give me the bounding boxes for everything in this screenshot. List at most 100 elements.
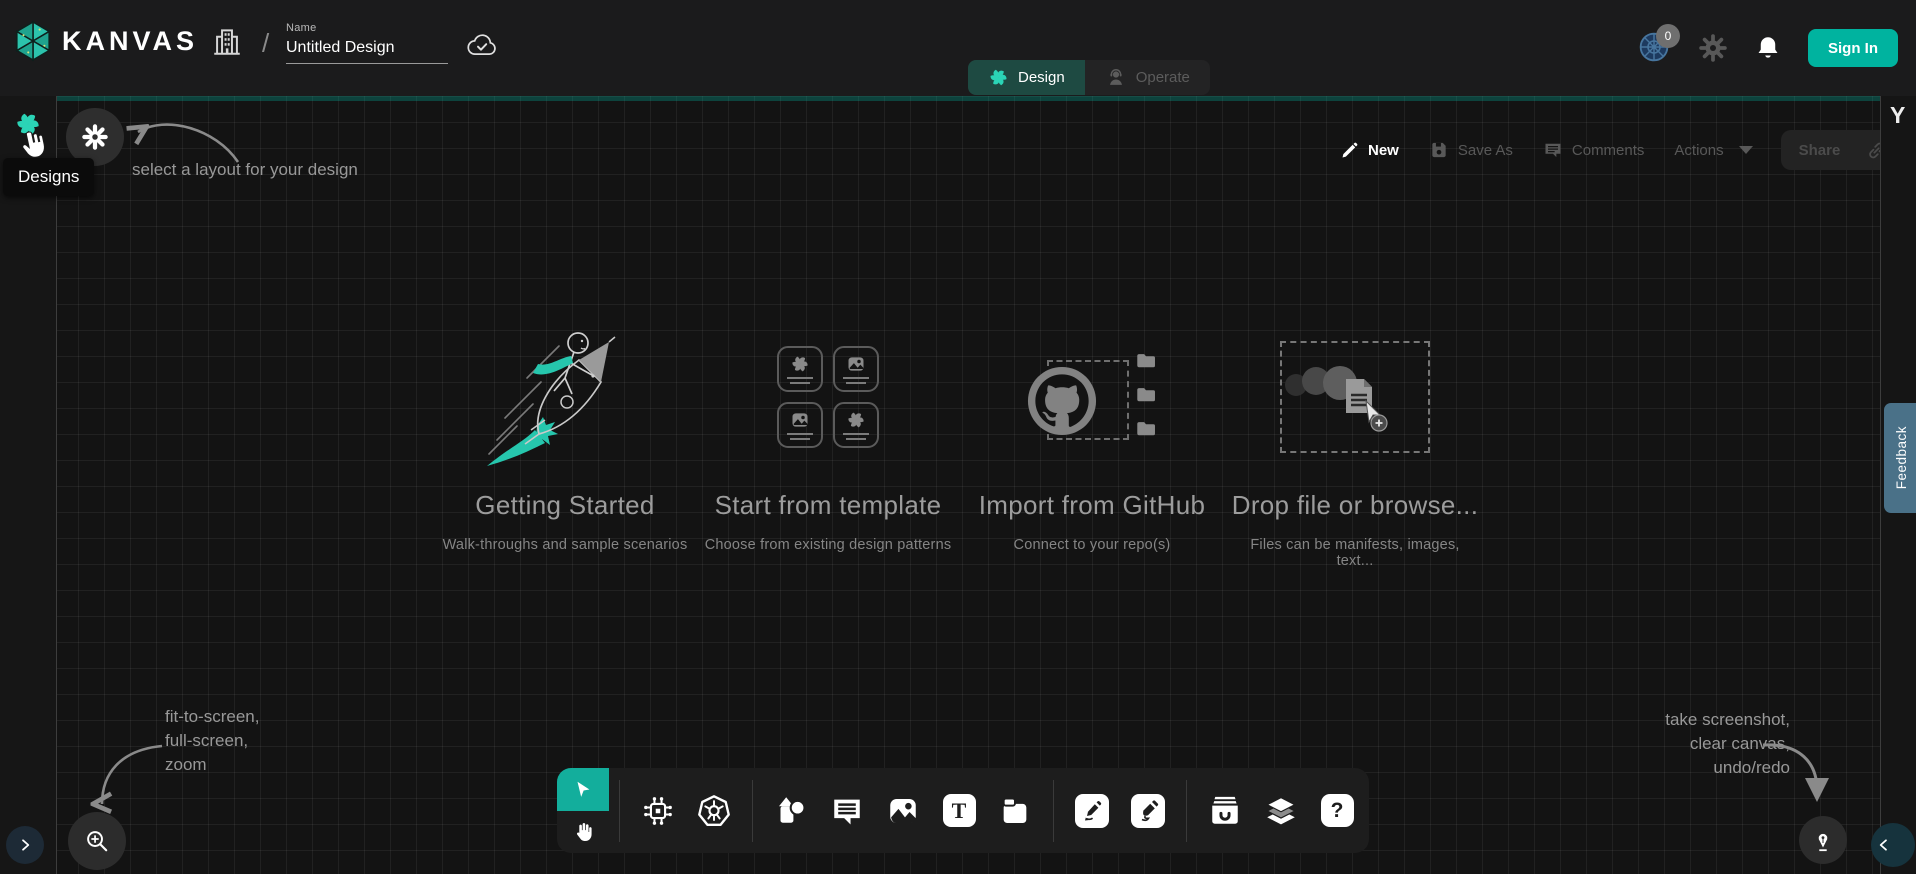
cursor-arrow-icon (572, 779, 594, 801)
sign-in-button[interactable]: Sign In (1808, 29, 1898, 67)
shapes-tool-button[interactable] (769, 789, 813, 833)
chevron-right-icon (17, 837, 33, 853)
layers-tool-button[interactable] (1259, 789, 1303, 833)
design-name-field: Name (286, 22, 448, 64)
component-tool-button[interactable] (636, 789, 680, 833)
comments-icon (1543, 140, 1563, 160)
card-subtitle: Walk-throughs and sample scenarios (440, 537, 690, 553)
designs-tooltip: Designs (3, 158, 94, 196)
image-icon (886, 794, 920, 828)
collapse-right-panel-button[interactable] (1871, 823, 1915, 867)
tab-operate-label: Operate (1136, 69, 1190, 86)
app-header: KANVAS / Name (0, 0, 1916, 96)
notification-count-badge: 0 (1656, 24, 1680, 48)
drop-zone-dashed-box (1280, 341, 1430, 453)
card-subtitle: Files can be manifests, images, text... (1230, 537, 1480, 569)
note-icon (998, 794, 1032, 828)
share-label: Share (1799, 142, 1841, 159)
save-as-button[interactable]: Save As (1419, 140, 1523, 160)
new-button[interactable]: New (1330, 141, 1409, 160)
component-chip-icon (641, 794, 675, 828)
comments-button[interactable]: Comments (1533, 140, 1655, 160)
card-title: Import from GitHub (967, 490, 1217, 521)
select-tool-button[interactable] (557, 768, 609, 811)
kubernetes-helm-icon (696, 793, 732, 829)
notifications-bell-icon[interactable] (1754, 34, 1782, 62)
pan-tool-button[interactable] (557, 811, 609, 853)
magnifier-plus-icon (84, 828, 110, 854)
operate-person-icon (1105, 67, 1127, 89)
actions-label: Actions (1674, 142, 1723, 159)
help-icon: ? (1321, 794, 1354, 827)
github-octocat-icon (1025, 364, 1099, 438)
kanvas-wordmark: KANVAS (62, 26, 198, 57)
edge-tool-button[interactable] (1070, 789, 1114, 833)
card-start-from-template[interactable]: Start from template Choose from existing… (703, 322, 953, 553)
card-title: Getting Started (440, 490, 690, 521)
tab-operate[interactable]: Operate (1085, 60, 1210, 95)
image-tool-button[interactable] (881, 789, 925, 833)
card-import-from-github[interactable]: Import from GitHub Connect to your repo(… (967, 322, 1217, 553)
save-floppy-icon (1429, 140, 1449, 160)
hand-pan-icon (571, 820, 595, 844)
text-tool-button[interactable]: T (937, 789, 981, 833)
toolbar-divider (1053, 780, 1054, 842)
layers-icon (1263, 793, 1299, 829)
header-actions: 0 Sign In (1638, 0, 1898, 96)
chevron-left-icon (1876, 837, 1892, 853)
canvas-actions-hint-arrow (1755, 735, 1835, 805)
zoom-controls-hint-text: fit-to-screen, full-screen, zoom (165, 705, 259, 777)
repo-folder-icon (1133, 384, 1159, 406)
toolbar-divider (1186, 780, 1187, 842)
layout-asterisk-icon (80, 122, 110, 152)
kubernetes-tool-button[interactable] (692, 789, 736, 833)
extensions-status[interactable]: 0 (1638, 31, 1672, 65)
drop-file-illustration (1230, 322, 1480, 472)
help-tool-button[interactable]: ? (1315, 789, 1359, 833)
organization-icon[interactable] (210, 24, 244, 58)
drawer-tool-button[interactable] (1203, 789, 1247, 833)
feedback-tab[interactable]: Feedback (1884, 403, 1916, 513)
actions-dropdown[interactable]: Actions (1664, 142, 1762, 159)
edge-pen-arrow-icon (1075, 794, 1109, 828)
tab-design[interactable]: Design (968, 60, 1085, 95)
drawer-archive-icon (1207, 793, 1243, 829)
card-title: Start from template (703, 490, 953, 521)
kanvas-app: KANVAS / Name (0, 0, 1916, 874)
freehand-pencil-icon (1131, 794, 1165, 828)
comment-tool-button[interactable] (825, 789, 869, 833)
zoom-button[interactable] (68, 812, 126, 870)
design-name-input[interactable] (286, 37, 448, 64)
design-name-label: Name (286, 22, 448, 34)
canvas-toolbar: T (557, 768, 1369, 853)
card-drop-file[interactable]: Drop file or browse... Files can be mani… (1230, 322, 1480, 569)
expand-left-panel-button[interactable] (6, 826, 44, 864)
repo-folder-icon (1133, 418, 1159, 440)
note-tool-button[interactable] (993, 789, 1037, 833)
design-pinwheel-icon (988, 67, 1009, 88)
github-illustration (967, 322, 1217, 472)
card-getting-started[interactable]: Getting Started Walk-throughs and sample… (440, 322, 690, 553)
getting-started-rocket-illustration (440, 322, 690, 472)
whiteboard-pen-button[interactable] (1799, 816, 1847, 864)
toolbar-divider (619, 780, 620, 842)
layout-hint-arrow (120, 110, 250, 180)
comments-label: Comments (1572, 142, 1645, 159)
template-thumb-image (777, 402, 823, 448)
tab-design-label: Design (1018, 69, 1065, 86)
new-label: New (1368, 142, 1399, 159)
repo-folder-icon (1133, 350, 1159, 372)
canvas-top-accent (0, 96, 1916, 101)
settings-gear-icon[interactable] (1698, 33, 1728, 63)
kanvas-logo[interactable]: KANVAS (14, 20, 198, 62)
freehand-tool-button[interactable] (1126, 789, 1170, 833)
card-subtitle: Choose from existing design patterns (703, 537, 953, 553)
left-dock: Designs (0, 96, 57, 874)
mode-tabbar: Design Operate (968, 60, 1210, 95)
comment-bubble-icon (830, 794, 864, 828)
card-subtitle: Connect to your repo(s) (967, 537, 1217, 553)
zoom-controls-hint-arrow (90, 738, 170, 816)
save-as-label: Save As (1458, 142, 1513, 159)
shapes-icon (773, 793, 809, 829)
feedback-label: Feedback (1894, 426, 1909, 489)
